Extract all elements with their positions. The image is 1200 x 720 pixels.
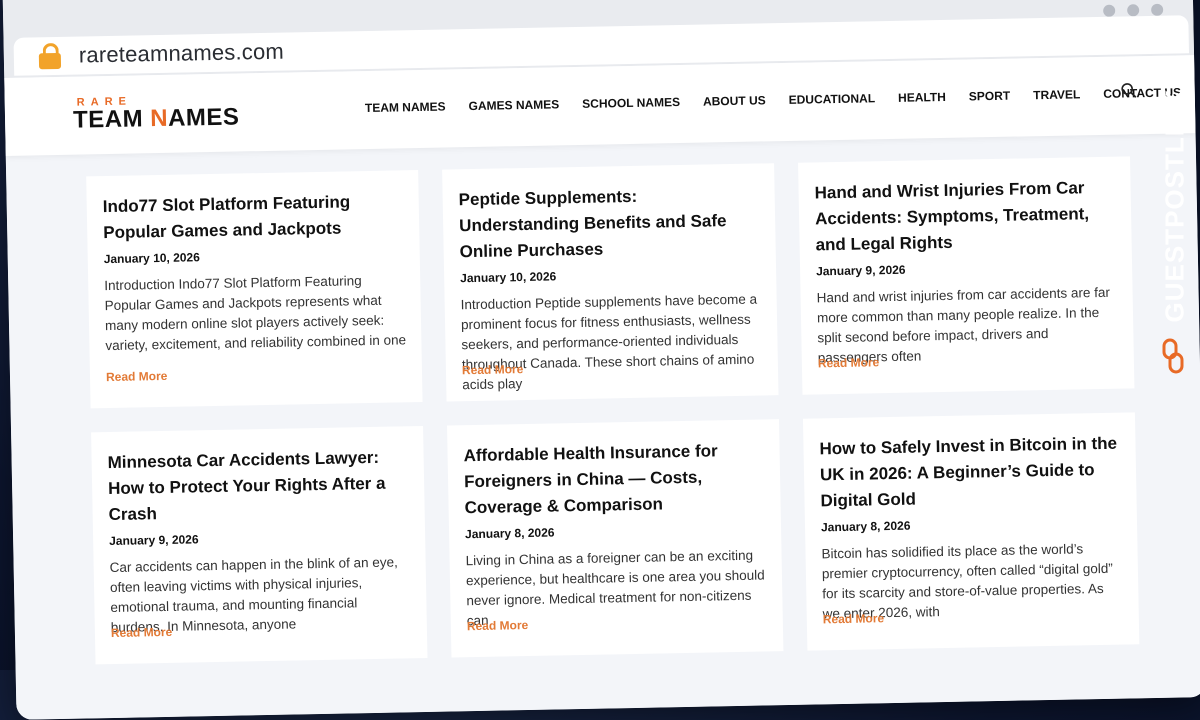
post-date: January 8, 2026 bbox=[464, 525, 555, 542]
website: RARE TEAM NAMES TEAM NAMES GAMES NAMES S… bbox=[4, 55, 1200, 720]
post-card: Hand and Wrist Injuries From Car Acciden… bbox=[798, 156, 1135, 395]
nav-health[interactable]: HEALTH bbox=[898, 90, 946, 105]
post-title[interactable]: Hand and Wrist Injuries From Car Acciden… bbox=[814, 175, 1117, 259]
post-card: Peptide Supplements: Understanding Benef… bbox=[442, 163, 779, 402]
nav-school-names[interactable]: SCHOOL NAMES bbox=[582, 95, 680, 111]
read-more-link[interactable]: Read More bbox=[106, 369, 168, 384]
browser-window: rareteamnames.com RARE TEAM NAMES TEAM N… bbox=[2, 0, 1200, 720]
post-date: January 8, 2026 bbox=[820, 518, 911, 535]
post-date: January 9, 2026 bbox=[815, 262, 906, 279]
window-dot[interactable] bbox=[1151, 3, 1164, 16]
nav-travel[interactable]: TRAVEL bbox=[1033, 87, 1080, 102]
post-date: January 10, 2026 bbox=[460, 269, 557, 286]
read-more-link[interactable]: Read More bbox=[818, 355, 880, 370]
site-logo[interactable]: RARE TEAM NAMES bbox=[73, 93, 240, 134]
nav-about-us[interactable]: ABOUT US bbox=[703, 93, 766, 108]
logo-main-text: TEAM NAMES bbox=[72, 103, 240, 134]
post-title[interactable]: Indo77 Slot Platform Featuring Popular G… bbox=[103, 188, 406, 246]
post-date: January 9, 2026 bbox=[109, 532, 199, 549]
post-card: Affordable Health Insurance for Foreigne… bbox=[447, 419, 784, 658]
post-date: January 10, 2026 bbox=[103, 250, 200, 267]
search-icon[interactable] bbox=[1121, 82, 1137, 98]
guestpostlinks-watermark: GUESTPOSTLINKS bbox=[1158, 60, 1192, 374]
lock-icon bbox=[38, 42, 62, 70]
post-title[interactable]: How to Safely Invest in Bitcoin in the U… bbox=[819, 431, 1122, 515]
nav-sport[interactable]: SPORT bbox=[969, 89, 1011, 104]
post-card: How to Safely Invest in Bitcoin in the U… bbox=[802, 412, 1140, 651]
url-text[interactable]: rareteamnames.com bbox=[79, 39, 285, 69]
nav-educational[interactable]: EDUCATIONAL bbox=[789, 91, 876, 107]
post-title[interactable]: Peptide Supplements: Understanding Benef… bbox=[458, 181, 761, 265]
nav-team-names[interactable]: TEAM NAMES bbox=[365, 100, 446, 116]
post-card: Indo77 Slot Platform Featuring Popular G… bbox=[86, 170, 423, 409]
watermark-text: GUESTPOSTLINKS bbox=[1159, 70, 1190, 323]
post-card: Minnesota Car Accidents Lawyer: How to P… bbox=[91, 426, 428, 665]
window-dot[interactable] bbox=[1103, 4, 1116, 17]
post-excerpt: Introduction Indo77 Slot Platform Featur… bbox=[104, 273, 407, 354]
window-dot[interactable] bbox=[1127, 4, 1140, 17]
read-more-link[interactable]: Read More bbox=[111, 625, 173, 640]
post-title[interactable]: Minnesota Car Accidents Lawyer: How to P… bbox=[107, 444, 410, 528]
read-more-link[interactable]: Read More bbox=[462, 362, 524, 377]
main-nav: TEAM NAMES GAMES NAMES SCHOOL NAMES ABOU… bbox=[365, 85, 1200, 115]
nav-games-names[interactable]: GAMES NAMES bbox=[468, 97, 559, 113]
post-title[interactable]: Affordable Health Insurance for Foreigne… bbox=[463, 437, 766, 521]
post-excerpt: Introduction Peptide supplements have be… bbox=[460, 291, 758, 393]
link-chain-icon bbox=[1162, 338, 1184, 374]
post-grid: Indo77 Slot Platform Featuring Popular G… bbox=[86, 156, 1140, 665]
read-more-link[interactable]: Read More bbox=[467, 618, 529, 633]
read-more-link[interactable]: Read More bbox=[823, 611, 885, 626]
